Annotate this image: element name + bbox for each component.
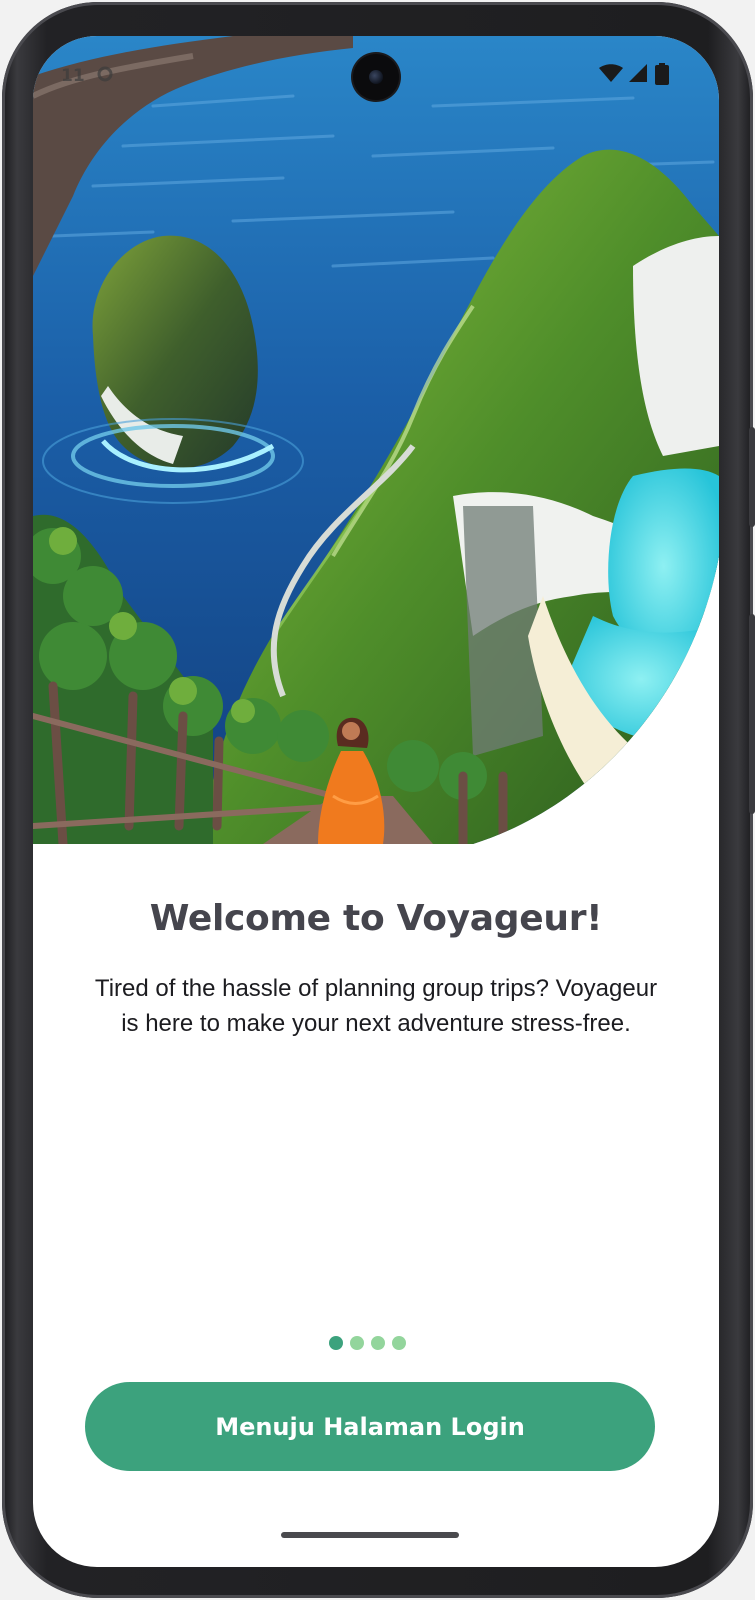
home-indicator[interactable] [281,1532,459,1538]
status-right [599,63,669,89]
settings-status-icon [97,66,113,87]
page-dot[interactable] [371,1336,385,1350]
page-dot[interactable] [392,1336,406,1350]
status-time: 11 [61,66,85,86]
status-left: 11 [61,66,113,87]
power-button [749,427,755,527]
page-indicator [329,1336,406,1350]
welcome-description: Tired of the hassle of planning group tr… [94,975,658,1037]
page-dot[interactable] [350,1336,364,1350]
phone-frame: 11 Welcome to Voyageur! Tired of the has… [2,2,755,1598]
wifi-icon [599,64,623,88]
camera-cutout [353,54,399,100]
signal-icon [629,64,649,88]
hero-illustration [33,36,719,844]
welcome-title: Welcome to Voyageur! [149,898,603,939]
battery-icon [655,63,669,89]
volume-button [749,614,755,814]
screen: 11 Welcome to Voyageur! Tired of the has… [33,36,719,1567]
page-dot-active[interactable] [329,1336,343,1350]
login-button[interactable]: Menuju Halaman Login [85,1382,655,1471]
